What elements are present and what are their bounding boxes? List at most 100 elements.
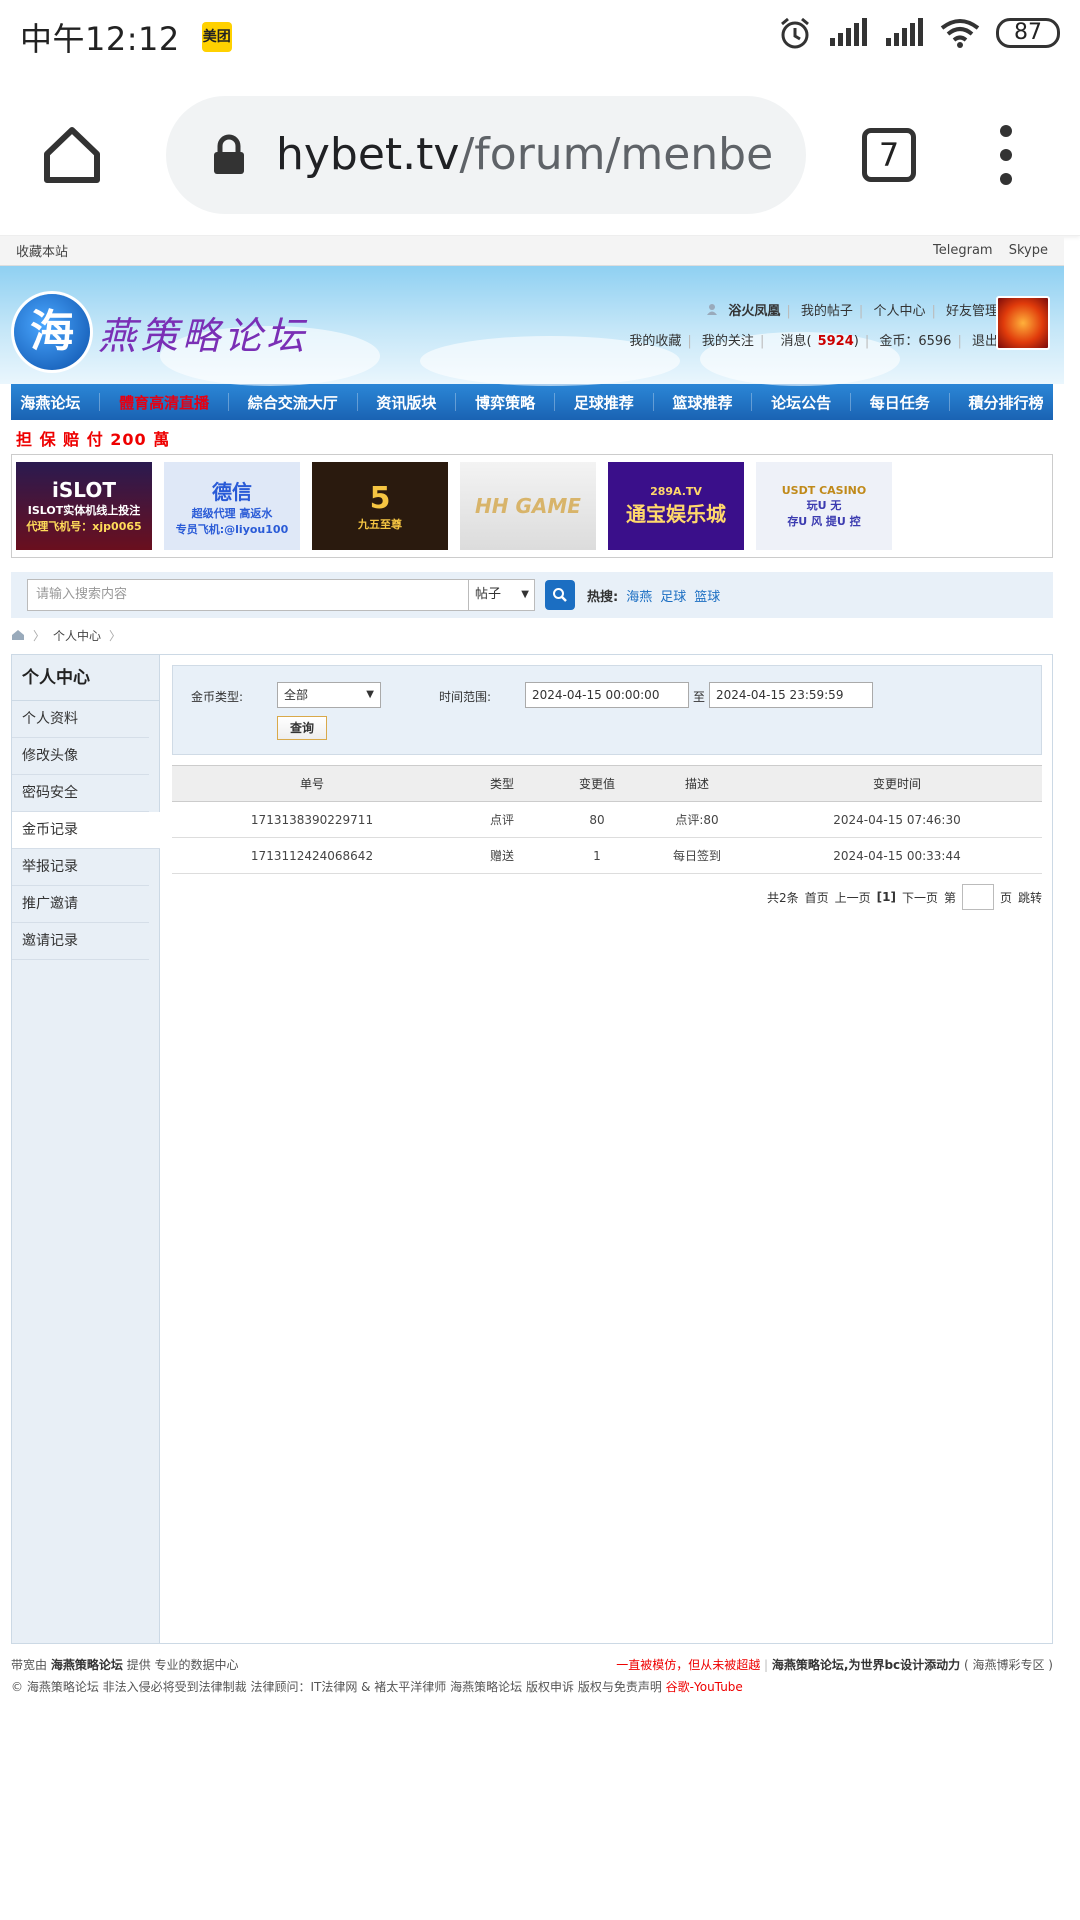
banner-line1: 超级代理 高返水 <box>191 506 273 520</box>
telegram-link[interactable]: Telegram <box>933 243 993 258</box>
query-button[interactable]: 查询 <box>277 716 327 740</box>
sidebar-item-reports[interactable]: 举报记录 <box>12 849 149 886</box>
signal-icon <box>830 18 867 46</box>
follows-link[interactable]: 我的关注 <box>702 334 754 349</box>
cell-desc: 点评:80 <box>642 801 752 838</box>
search-icon <box>553 588 567 602</box>
banner-line1: 玩U 无 <box>806 498 842 512</box>
breadcrumb-current[interactable]: 个人中心 <box>53 627 101 644</box>
pager-page-suffix: 页 <box>999 890 1012 905</box>
sidebar-title: 个人中心 <box>12 655 159 701</box>
banner-title: USDT CASINO <box>781 483 867 497</box>
col-desc: 描述 <box>642 765 752 802</box>
sidebar-item-invites[interactable]: 邀请记录 <box>12 923 149 960</box>
col-change: 变更值 <box>552 765 642 802</box>
footer-link-disclaimer[interactable]: 版权与免责声明 <box>578 1680 662 1694</box>
main-nav: 海燕论坛 體育高清直播 綜合交流大厅 资讯版块 博弈策略 足球推荐 篮球推荐 论… <box>11 384 1053 420</box>
avatar[interactable] <box>996 296 1050 350</box>
sidebar-item-promote[interactable]: 推广邀请 <box>12 886 149 923</box>
banner-title: 通宝娱乐城 <box>626 502 726 526</box>
pager-next[interactable]: 下一页 <box>902 889 938 906</box>
nav-daily-tasks[interactable]: 每日任务 <box>870 392 930 413</box>
home-icon[interactable] <box>11 629 25 641</box>
sidebar-item-coin-records[interactable]: 金币记录 <box>12 812 160 849</box>
pager-prev[interactable]: 上一页 <box>835 889 871 906</box>
search-input[interactable]: 请输入搜索内容 <box>27 579 469 611</box>
footer-right-zone[interactable]: ( 海燕博彩专区 ) <box>964 1658 1053 1672</box>
footer-link-appeal[interactable]: 版权申诉 <box>526 1680 574 1694</box>
hot-search-label: 热搜: <box>587 589 619 605</box>
search-area: 请输入搜索内容 帖子 ▼ 热搜: 海燕 足球 篮球 <box>11 572 1053 618</box>
guarantee-text: 担 保 赔 付 200 萬 <box>16 430 171 449</box>
status-time: 中午12:12 <box>20 20 180 58</box>
footer-right-brand[interactable]: 海燕策略论坛,为世界bc设计添动力 <box>772 1658 960 1672</box>
pager-jump[interactable]: 跳转 <box>1018 889 1042 906</box>
cell-type: 赠送 <box>452 837 552 874</box>
pager-total: 共2条 <box>766 890 799 905</box>
main-panel: 金币类型: 全部 ▼ 时间范围: 2024-04-15 00:00:00 至 20… <box>160 655 1052 1643</box>
my-posts-link[interactable]: 我的帖子 <box>801 304 853 319</box>
lock-icon <box>214 134 244 174</box>
user-links-row: 浴火凤凰 | 我的帖子 | 个人中心 | 好友管理 <box>706 300 998 319</box>
status-bar: 中午12:12 美团 87 <box>0 0 1080 74</box>
start-time-input[interactable]: 2024-04-15 00:00:00 <box>525 682 689 708</box>
end-time-input[interactable]: 2024-04-15 23:59:59 <box>709 682 873 708</box>
chevron-down-icon: ▼ <box>366 689 374 700</box>
search-button[interactable] <box>545 580 575 610</box>
ad-banner-hhgame[interactable]: HH GAME <box>460 462 596 550</box>
nav-strategy[interactable]: 博弈策略 <box>475 392 535 413</box>
ad-banner-usdt[interactable]: USDT CASINO 玩U 无 存U 风 提U 控 <box>756 462 892 550</box>
url-text: hybet.tv/forum/menber.h <box>276 129 776 180</box>
nav-football[interactable]: 足球推荐 <box>574 392 634 413</box>
messages-link[interactable]: 消息(5924) <box>774 334 858 349</box>
friends-link[interactable]: 好友管理 <box>946 304 998 319</box>
favorites-link[interactable]: 我的收藏 <box>629 334 681 349</box>
cell-desc: 每日签到 <box>642 837 752 874</box>
web-page: 收藏本站 Telegram Skype 海 燕策略论坛 浴火凤凰 | 我的帖子 | … <box>0 236 1064 1920</box>
pager: 共2条 首页 上一页 [1] 下一页 第 页 跳转 <box>172 884 1042 910</box>
pager-first[interactable]: 首页 <box>805 889 829 906</box>
nav-news[interactable]: 资讯版块 <box>376 392 436 413</box>
ad-banner-islot[interactable]: iSLOT ISLOT实体机线上投注 代理飞机号：xjp0065 <box>16 462 152 550</box>
logout-link[interactable]: 退出 <box>972 334 998 349</box>
hot-link-haiyan[interactable]: 海燕 <box>626 586 652 605</box>
sidebar-item-avatar[interactable]: 修改头像 <box>12 738 149 775</box>
hot-link-basketball[interactable]: 篮球 <box>694 586 720 605</box>
banner-line2: 代理飞机号：xjp0065 <box>26 520 142 533</box>
wifi-icon <box>940 19 980 48</box>
user-center-link[interactable]: 个人中心 <box>873 304 925 319</box>
to-label: 至 <box>693 690 706 704</box>
banner-line1: ISLOT实体机线上投注 <box>27 504 141 517</box>
nav-forum[interactable]: 海燕论坛 <box>20 392 80 413</box>
time-range-label: 时间范围: <box>439 690 492 704</box>
hot-link-football[interactable]: 足球 <box>660 586 686 605</box>
coin-type-select[interactable]: 全部 ▼ <box>277 682 381 708</box>
footer-link-youtube[interactable]: 谷歌-YouTube <box>666 1680 743 1694</box>
nav-lobby[interactable]: 綜合交流大厅 <box>248 392 338 413</box>
browser-menu-button[interactable] <box>986 124 1026 185</box>
nav-ranking[interactable]: 積分排行榜 <box>968 392 1043 413</box>
tab-switcher-button[interactable]: 7 <box>862 127 916 182</box>
footer-left-brand[interactable]: 海燕策略论坛 <box>51 1658 123 1672</box>
home-button[interactable] <box>24 107 120 203</box>
search-type-select[interactable]: 帖子 ▼ <box>469 579 535 611</box>
address-bar[interactable]: hybet.tv/forum/menber.h <box>166 95 806 214</box>
nav-live[interactable]: 體育高清直播 <box>119 392 209 413</box>
skype-link[interactable]: Skype <box>1009 243 1048 258</box>
nav-announcements[interactable]: 论坛公告 <box>771 392 831 413</box>
sidebar-item-password[interactable]: 密码安全 <box>12 775 149 812</box>
footer-link-forum[interactable]: 海燕策略论坛 <box>450 1680 522 1694</box>
messages-count: 5924 <box>817 334 854 349</box>
footer-slogan: 一直被模仿，但从未被超越 <box>616 1658 761 1672</box>
ad-banner-dexin[interactable]: 德信 超级代理 高返水 专员飞机:@liyou100 <box>164 462 300 550</box>
site-logo[interactable]: 海 燕策略论坛 <box>14 294 308 370</box>
nav-basketball[interactable]: 篮球推荐 <box>672 392 732 413</box>
ad-banner-95[interactable]: 5 九五至尊 <box>312 462 448 550</box>
bookmark-link[interactable]: 收藏本站 <box>16 241 68 260</box>
sidebar-item-profile[interactable]: 个人资料 <box>12 701 149 738</box>
logo-badge: 海 <box>14 294 90 370</box>
col-order-no: 单号 <box>172 765 452 802</box>
ad-banner-tongbao[interactable]: 289A.TV 通宝娱乐城 <box>608 462 744 550</box>
page-number-input[interactable] <box>961 884 994 910</box>
username-link[interactable]: 浴火凤凰 <box>728 304 780 319</box>
